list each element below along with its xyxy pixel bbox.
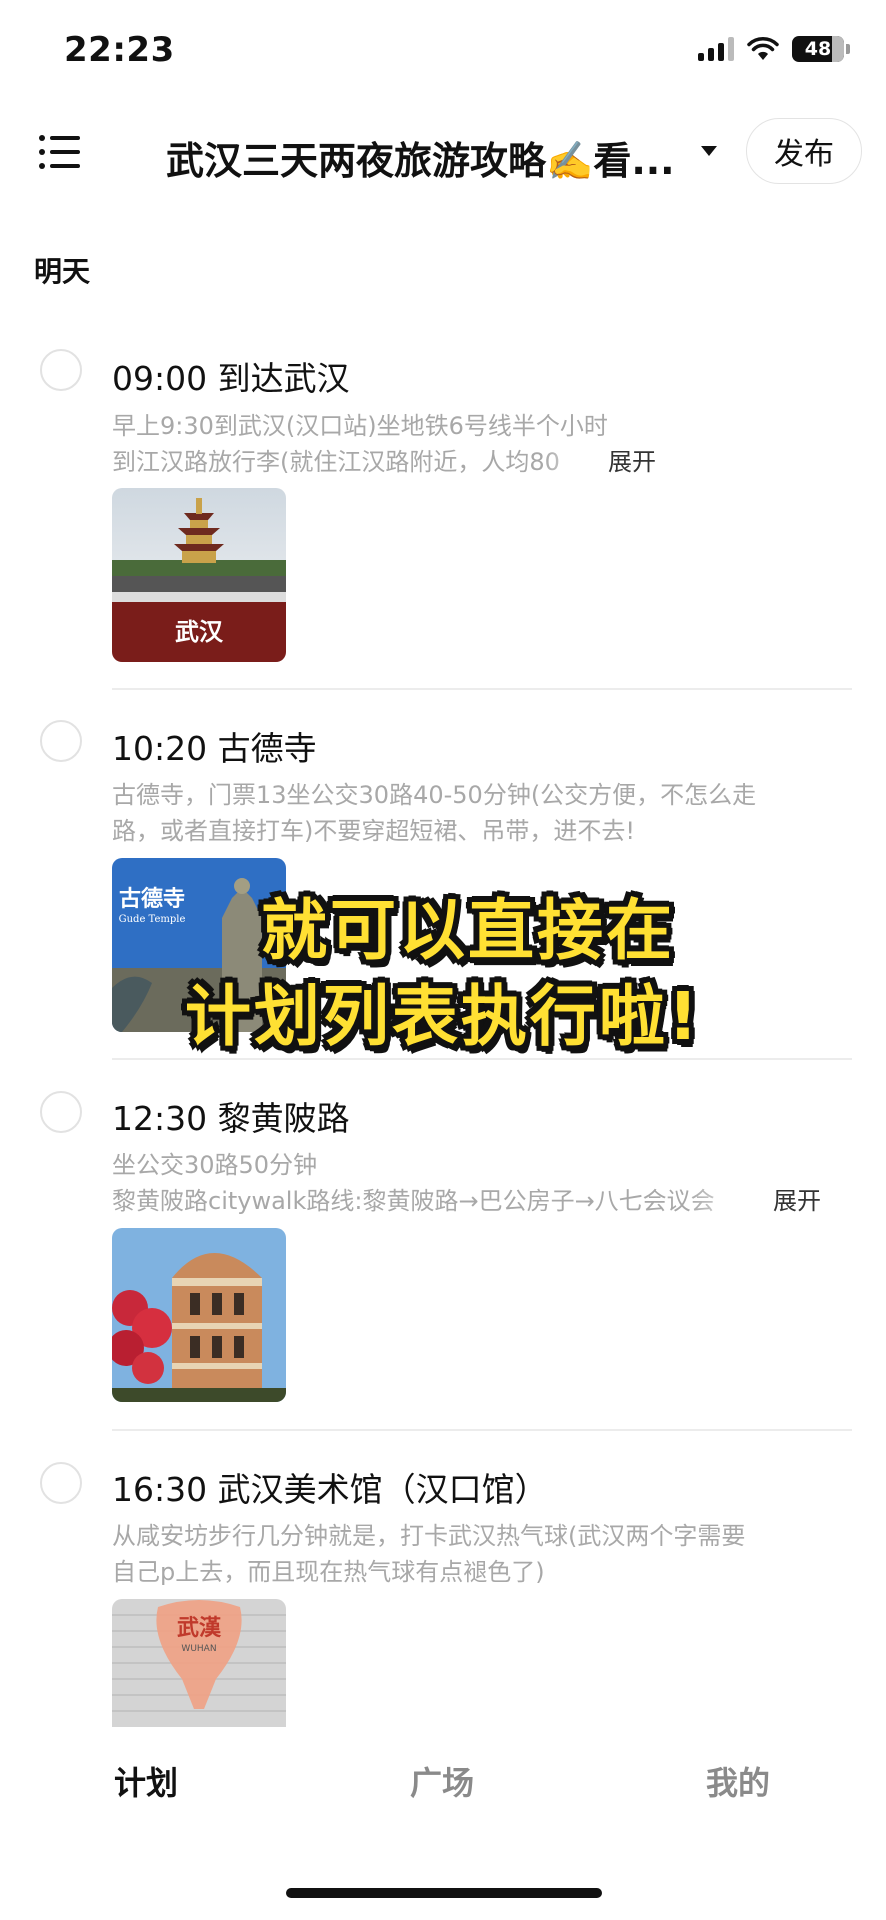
divider	[112, 1429, 852, 1431]
thumb-subcaption: WUHAN	[181, 1644, 216, 1654]
thumbnail-image[interactable]: 古德寺 Gude Temple	[112, 858, 286, 1032]
check-circle[interactable]	[40, 720, 82, 762]
expand-link[interactable]: 展开	[773, 1183, 821, 1219]
plan-title[interactable]: 武汉三天两夜旅游攻略✍️看...	[166, 130, 686, 185]
desc-line: 早上9:30到武汉(汉口站)坐地铁6号线半个小时	[112, 412, 608, 440]
gude-temple-photo: 古德寺 Gude Temple	[112, 858, 286, 1032]
thumb-caption: 古德寺	[119, 886, 185, 912]
check-circle[interactable]	[40, 349, 82, 391]
item-title: 10:20 古德寺	[112, 729, 317, 768]
desc-line: 路，或者直接打车)不要穿超短裙、吊带，进不去!	[112, 817, 635, 845]
publish-button[interactable]: 发布	[746, 118, 862, 184]
tab-mine[interactable]: 我的	[706, 1758, 770, 1804]
tab-square[interactable]: 广场	[410, 1758, 474, 1804]
wifi-icon	[747, 37, 779, 60]
check-circle[interactable]	[40, 1462, 82, 1504]
expand-link[interactable]: 展开	[608, 444, 656, 480]
divider	[112, 1058, 852, 1060]
tab-plan[interactable]: 计划	[114, 1758, 178, 1804]
divider	[112, 688, 852, 690]
thumbnail-image[interactable]: 武汉	[112, 488, 286, 662]
status-indicators: 48	[698, 36, 850, 62]
thumbnail-image[interactable]: 武漢 WUHAN	[112, 1599, 286, 1727]
menu-list-icon[interactable]	[38, 132, 82, 172]
desc-line: 从咸安坊步行几分钟就是，打卡武汉热气球(武汉两个字需要	[112, 1522, 746, 1550]
thumb-caption: 武汉	[175, 617, 224, 646]
desc-line: 自己p上去，而且现在热气球有点褪色了)	[112, 1558, 545, 1586]
day-label: 明天	[34, 255, 91, 288]
battery-level: 48	[804, 38, 832, 60]
cellular-signal-icon	[698, 37, 734, 61]
battery-icon: 48	[792, 36, 850, 62]
check-circle[interactable]	[40, 1091, 82, 1133]
item-description: 坐公交30路50分钟 黎黄陂路citywalk路线:黎黄陂路→巴公房子→八七会议…	[112, 1147, 832, 1219]
item-title: 09:00 到达武汉	[112, 359, 350, 398]
status-time: 22:23	[64, 30, 175, 70]
thumb-caption: 武漢	[177, 1615, 222, 1641]
desc-line: 古德寺，门票13坐公交30路40-50分钟(公交方便，不怎么走	[112, 781, 757, 809]
desc-line: 黎黄陂路citywalk路线:黎黄陂路→巴公房子→八七会议会	[112, 1187, 715, 1215]
desc-line: 坐公交30路50分钟	[112, 1151, 318, 1179]
bottom-tab-bar: 计划 广场 我的	[0, 1728, 886, 1848]
thumb-subcaption: Gude Temple	[119, 914, 186, 925]
hot-air-balloon-wall-photo: 武漢 WUHAN	[112, 1599, 286, 1727]
home-indicator	[286, 1888, 602, 1898]
top-bar: 武汉三天两夜旅游攻略✍️看... 发布	[0, 108, 886, 196]
item-title: 12:30 黎黄陂路	[112, 1099, 350, 1138]
status-bar: 22:23 48	[0, 0, 886, 100]
item-description: 早上9:30到武汉(汉口站)坐地铁6号线半个小时 到江汉路放行李(就住江汉路附近…	[112, 408, 832, 480]
li-huangpi-road-photo	[112, 1228, 286, 1402]
thumbnail-image[interactable]	[112, 1228, 286, 1402]
item-description: 古德寺，门票13坐公交30路40-50分钟(公交方便，不怎么走 路，或者直接打车…	[112, 777, 832, 849]
caret-down-icon[interactable]	[700, 144, 718, 158]
desc-line: 到江汉路放行李(就住江汉路附近，人均80	[112, 448, 560, 476]
yellow-crane-tower-photo: 武汉	[112, 488, 286, 662]
item-title: 16:30 武汉美术馆（汉口馆）	[112, 1470, 548, 1509]
item-description: 从咸安坊步行几分钟就是，打卡武汉热气球(武汉两个字需要 自己p上去，而且现在热气…	[112, 1518, 832, 1590]
